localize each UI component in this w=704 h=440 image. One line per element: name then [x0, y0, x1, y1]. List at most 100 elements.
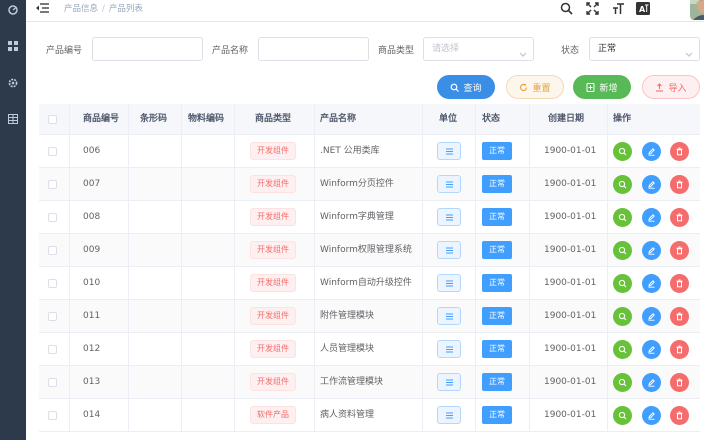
header-name[interactable]: 产品名称 — [320, 104, 356, 135]
view-button[interactable] — [613, 373, 632, 392]
header-ops: 操作 — [613, 114, 632, 124]
edit-button[interactable] — [642, 307, 661, 326]
unit-button[interactable] — [437, 274, 461, 292]
view-button[interactable] — [613, 142, 632, 161]
unit-button[interactable] — [437, 307, 461, 325]
header-barcode[interactable]: 条形码 — [140, 104, 167, 135]
row-checkbox[interactable] — [48, 246, 57, 255]
delete-icon — [676, 213, 683, 222]
fullscreen-icon[interactable] — [584, 0, 600, 16]
status-badge: 正常 — [482, 406, 512, 424]
product-name-input[interactable] — [258, 37, 369, 61]
row-checkbox[interactable] — [48, 312, 57, 321]
row-checkbox[interactable] — [48, 411, 57, 420]
edit-icon — [648, 412, 655, 420]
edit-button[interactable] — [642, 241, 661, 260]
settings-icon[interactable] — [4, 74, 22, 92]
font-size-icon[interactable] — [610, 0, 626, 16]
status-badge: 正常 — [482, 307, 512, 325]
import-button[interactable]: 导入 — [642, 75, 700, 99]
status-badge: 正常 — [482, 142, 512, 160]
unit-button[interactable] — [437, 340, 461, 358]
delete-icon — [676, 180, 683, 189]
unit-button[interactable] — [437, 373, 461, 391]
edit-button[interactable] — [642, 175, 661, 194]
view-button[interactable] — [613, 175, 632, 194]
row-checkbox[interactable] — [48, 378, 57, 387]
list-icon — [445, 280, 453, 286]
edit-button[interactable] — [642, 406, 661, 425]
row-checkbox[interactable] — [48, 213, 57, 222]
delete-button[interactable] — [670, 175, 689, 194]
list-icon — [445, 148, 453, 154]
cell-code: 007 — [83, 179, 101, 189]
search-icon — [618, 180, 627, 189]
edit-button[interactable] — [642, 373, 661, 392]
breadcrumb-item[interactable]: 产品信息 — [64, 4, 98, 14]
breadcrumb: 产品信息 / 产品列表 — [64, 4, 143, 14]
upload-icon — [656, 82, 664, 92]
delete-button[interactable] — [670, 274, 689, 293]
menu-fold-icon[interactable] — [36, 2, 50, 14]
dashboard-icon[interactable] — [4, 1, 22, 19]
header-code[interactable]: 商品编号 — [83, 104, 119, 135]
add-button-label: 新增 — [599, 83, 618, 94]
table-icon[interactable] — [4, 110, 22, 128]
view-button[interactable] — [613, 307, 632, 326]
edit-button[interactable] — [642, 142, 661, 161]
cell-code: 010 — [83, 278, 101, 288]
edit-icon — [648, 214, 655, 222]
delete-button[interactable] — [670, 406, 689, 425]
row-checkbox[interactable] — [48, 180, 57, 189]
delete-button[interactable] — [670, 373, 689, 392]
language-icon[interactable]: A — [635, 0, 651, 16]
type-tag: 开发组件 — [250, 274, 296, 292]
unit-button[interactable] — [437, 175, 461, 193]
edit-icon — [648, 313, 655, 321]
table-row: 006 开发组件 .NET 公用类库 正常 1900-01-01 — [39, 135, 700, 168]
edit-button[interactable] — [642, 340, 661, 359]
edit-button[interactable] — [642, 208, 661, 227]
status-select[interactable]: 正常 — [589, 37, 700, 61]
search-icon — [618, 312, 627, 321]
header-created[interactable]: 创建日期 — [548, 104, 584, 135]
select-all-checkbox[interactable] — [48, 115, 57, 124]
header-type[interactable]: 商品类型 — [255, 104, 291, 135]
reset-button[interactable]: 重置 — [506, 75, 564, 99]
delete-button[interactable] — [670, 208, 689, 227]
grid-icon[interactable] — [4, 37, 22, 55]
import-button-label: 导入 — [668, 83, 687, 94]
search-icon[interactable] — [558, 0, 574, 16]
unit-button[interactable] — [437, 142, 461, 160]
view-button[interactable] — [613, 241, 632, 260]
edit-icon — [648, 247, 655, 255]
product-code-input[interactable] — [92, 37, 203, 61]
delete-button[interactable] — [670, 142, 689, 161]
main-content: 产品信息 / 产品列表 A 产品编号 产品名称 商品类型 请选择 状态 正常 查… — [26, 0, 704, 440]
list-icon — [445, 346, 453, 352]
row-checkbox[interactable] — [48, 279, 57, 288]
list-icon — [445, 313, 453, 319]
delete-button[interactable] — [670, 307, 689, 326]
view-button[interactable] — [613, 340, 632, 359]
cell-created: 1900-01-01 — [544, 179, 597, 189]
view-button[interactable] — [613, 208, 632, 227]
unit-button[interactable] — [437, 241, 461, 259]
unit-button[interactable] — [437, 406, 461, 424]
view-button[interactable] — [613, 406, 632, 425]
query-button[interactable]: 查询 — [437, 75, 495, 99]
add-button[interactable]: 新增 — [573, 75, 631, 99]
list-icon — [445, 412, 453, 418]
delete-button[interactable] — [670, 241, 689, 260]
row-checkbox[interactable] — [48, 147, 57, 156]
product-type-select[interactable]: 请选择 — [423, 37, 534, 61]
row-checkbox[interactable] — [48, 345, 57, 354]
table-row: 013 开发组件 工作流管理模块 正常 1900-01-01 — [39, 366, 700, 399]
edit-button[interactable] — [642, 274, 661, 293]
delete-button[interactable] — [670, 340, 689, 359]
chevron-down-icon — [685, 45, 693, 57]
unit-button[interactable] — [437, 208, 461, 226]
avatar[interactable] — [690, 0, 704, 20]
view-button[interactable] — [613, 274, 632, 293]
header-material[interactable]: 物料编码 — [188, 104, 224, 135]
